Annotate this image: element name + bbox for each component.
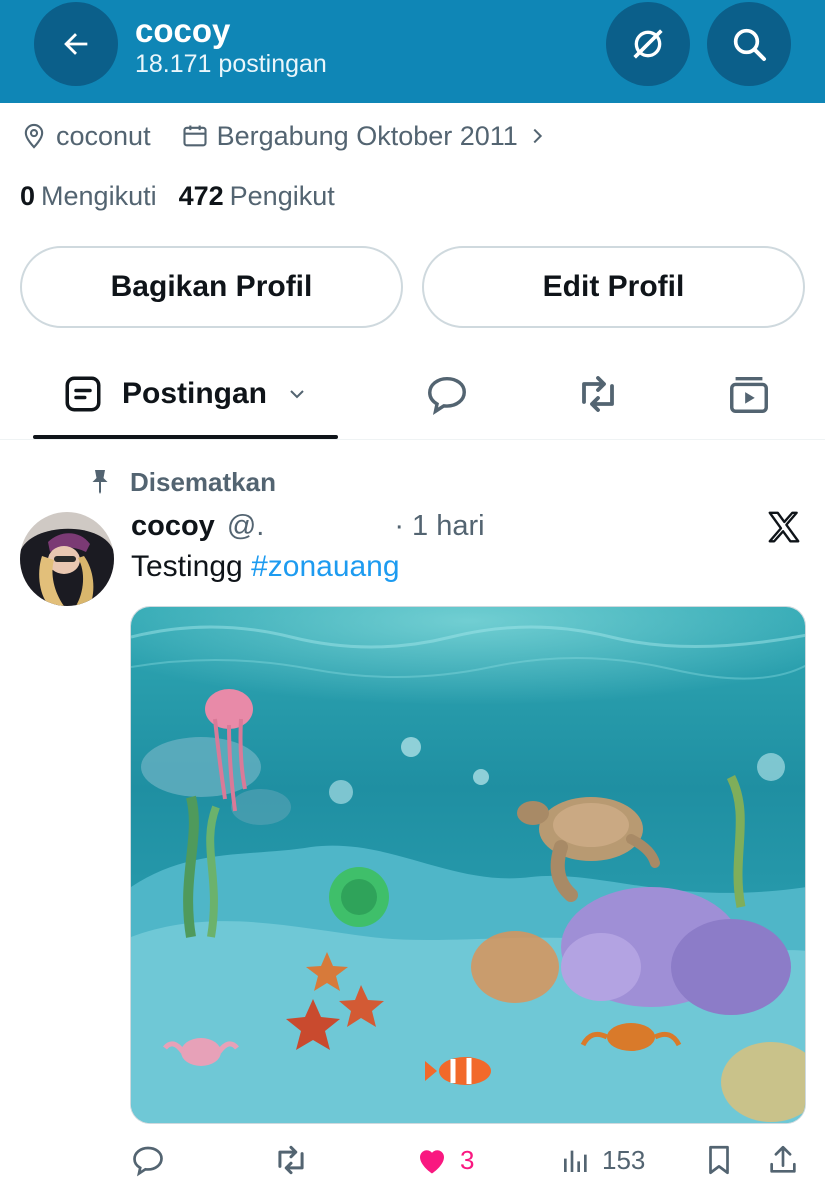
tab-reposts[interactable]	[562, 350, 634, 438]
active-tab-indicator	[33, 435, 338, 439]
share-button[interactable]	[766, 1140, 800, 1180]
location-text: coconut	[56, 120, 151, 151]
repost-button[interactable]	[272, 1140, 310, 1180]
followers-link[interactable]: 472 Pengikut	[179, 181, 335, 212]
location: coconut	[20, 121, 151, 152]
share-profile-button[interactable]: Bagikan Profil	[20, 246, 403, 328]
pin-icon	[92, 470, 108, 494]
profile-tabs: Postingan	[0, 350, 825, 440]
bookmark-button[interactable]	[702, 1140, 736, 1180]
tab-media[interactable]	[714, 350, 784, 438]
post-count: 18.171 postingan	[135, 50, 327, 78]
location-icon	[24, 123, 44, 149]
media-icon	[730, 376, 768, 413]
post-text: Testingg #zonauang	[131, 550, 400, 584]
following-link[interactable]: 0 Mengikuti	[20, 181, 157, 212]
pinned-label: Disematkan	[88, 464, 276, 500]
joined[interactable]: Bergabung Oktober 2011	[181, 121, 548, 152]
post-author[interactable]: cocoy	[131, 510, 215, 543]
post-header: cocoy @. · 1 hari	[131, 506, 485, 546]
x-logo-icon	[765, 508, 803, 551]
following-count: 0	[20, 180, 36, 211]
edit-profile-button[interactable]: Edit Profil	[422, 246, 805, 328]
repost-icon	[278, 1145, 304, 1175]
chevron-right-icon	[533, 128, 542, 144]
post-time[interactable]: · 1 hari	[394, 510, 484, 543]
follow-stats: 0 Mengikuti 472 Pengikut	[20, 178, 335, 214]
views-icon	[564, 1150, 587, 1172]
followers-label: Pengikut	[229, 180, 335, 211]
top-header: cocoy 18.171 postingan	[0, 0, 825, 103]
grok-icon	[633, 29, 663, 59]
following-label: Mengikuti	[41, 180, 157, 211]
tab-replies[interactable]	[412, 350, 482, 438]
pinned-text: Disematkan	[130, 466, 276, 497]
post-body-text: Testingg	[131, 550, 252, 583]
heart-icon	[420, 1150, 444, 1174]
profile-meta: coconut Bergabung Oktober 2011	[20, 116, 548, 156]
like-button[interactable]: 3	[414, 1140, 474, 1180]
repost-icon	[582, 376, 614, 412]
calendar-icon	[183, 125, 207, 147]
tab-posts[interactable]: Postingan	[33, 350, 338, 438]
reply-icon	[133, 1146, 163, 1177]
followers-count: 472	[178, 180, 224, 211]
post-actions: 3 153	[130, 1140, 806, 1180]
back-button[interactable]	[34, 2, 118, 86]
underwater-aquarium-image	[131, 607, 805, 1123]
chevron-down-icon	[290, 390, 304, 399]
post-media[interactable]	[130, 606, 806, 1124]
hashtag-link[interactable]: #zonauang	[251, 550, 399, 583]
post-icon	[65, 376, 101, 412]
search-icon	[733, 28, 766, 61]
grok-button[interactable]	[606, 2, 690, 86]
joined-text: Bergabung Oktober 2011	[216, 120, 518, 151]
post-handle[interactable]: @.	[227, 510, 265, 543]
view-count: 153	[602, 1144, 646, 1175]
avatar[interactable]	[20, 512, 114, 606]
tab-posts-label: Postingan	[121, 377, 267, 410]
like-count: 3	[460, 1144, 475, 1175]
reply-icon	[428, 376, 466, 415]
bookmark-icon	[709, 1145, 729, 1175]
views-button[interactable]: 153	[560, 1140, 645, 1180]
profile-name: cocoy	[135, 12, 231, 49]
search-button[interactable]	[707, 2, 791, 86]
arrow-left-icon	[64, 33, 88, 55]
share-icon	[770, 1145, 796, 1173]
avatar-image	[20, 512, 114, 606]
reply-button[interactable]	[130, 1140, 166, 1180]
